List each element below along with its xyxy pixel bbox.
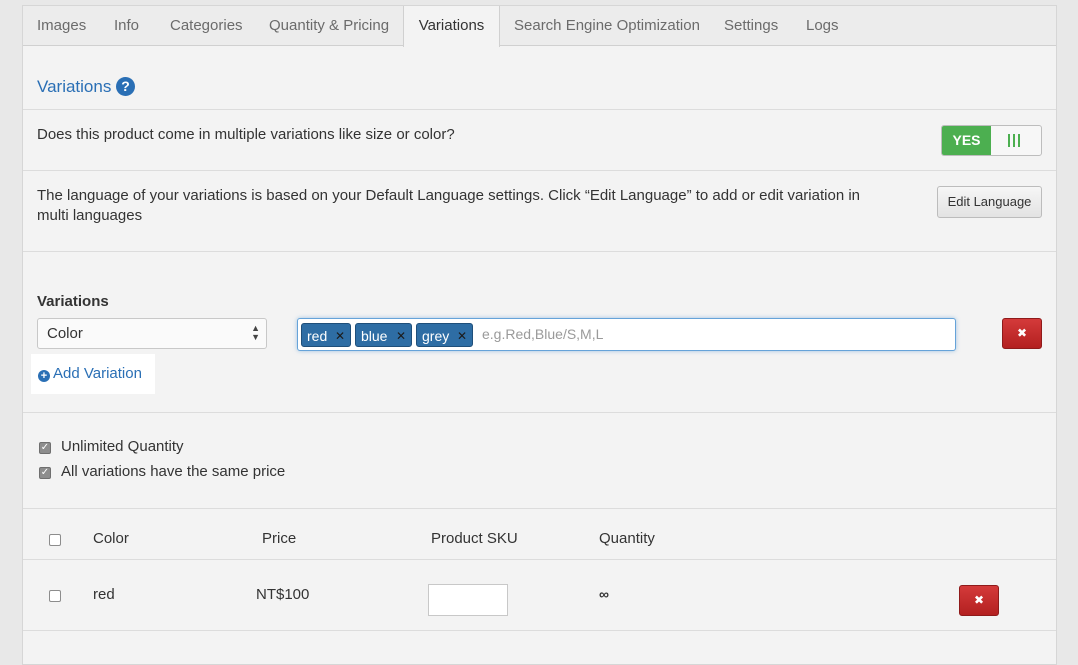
row-price: NT$100 xyxy=(256,586,310,603)
column-header-quantity: Quantity xyxy=(599,530,655,547)
divider xyxy=(23,170,1056,171)
unlimited-quantity-checkbox[interactable]: ✓ xyxy=(39,442,51,454)
variation-type-select[interactable]: Color ▲ ▼ xyxy=(37,318,267,349)
row-sku-input[interactable] xyxy=(428,584,508,616)
divider xyxy=(23,630,1056,631)
divider xyxy=(23,559,1056,560)
tag-label: red xyxy=(307,328,328,344)
toggle-yes-label: YES xyxy=(942,126,991,155)
variation-values-input[interactable]: red ✕ blue ✕ grey ✕ e.g.Red,Blue/S,M,L xyxy=(297,318,956,351)
tab-settings[interactable]: Settings xyxy=(724,6,778,46)
add-variation-label: Add Variation xyxy=(53,365,142,382)
column-header-price: Price xyxy=(262,530,297,547)
tab-info[interactable]: Info xyxy=(114,6,139,46)
tag-grey: grey ✕ xyxy=(416,323,473,347)
plus-circle-icon: + xyxy=(38,370,50,382)
same-price-checkbox[interactable]: ✓ xyxy=(39,467,51,479)
tag-blue: blue ✕ xyxy=(355,323,412,347)
column-header-sku: Product SKU xyxy=(431,530,518,547)
tag-remove-icon[interactable]: ✕ xyxy=(335,324,345,348)
remove-row-button[interactable]: ✖ xyxy=(959,585,999,616)
select-arrows-icon: ▲ ▼ xyxy=(251,323,260,342)
row-color: red xyxy=(93,586,115,603)
toggle-handle-icon xyxy=(1008,134,1020,147)
variation-values-placeholder: e.g.Red,Blue/S,M,L xyxy=(482,326,604,342)
edit-language-button[interactable]: Edit Language xyxy=(937,186,1042,218)
language-note-line2: multi languages xyxy=(37,207,143,224)
help-icon[interactable]: ? xyxy=(116,77,135,96)
unlimited-quantity-label: Unlimited Quantity xyxy=(61,438,184,455)
close-icon: ✖ xyxy=(973,593,985,607)
select-all-checkbox[interactable] xyxy=(49,534,61,546)
language-note-line1: The language of your variations is based… xyxy=(37,187,861,204)
row-checkbox[interactable] xyxy=(49,590,61,602)
same-price-label: All variations have the same price xyxy=(61,463,286,480)
variation-type-value: Color xyxy=(47,325,83,342)
tab-quantity-pricing[interactable]: Quantity & Pricing xyxy=(269,6,389,46)
product-editor-panel: Images Info Categories Quantity & Pricin… xyxy=(22,5,1057,665)
tag-remove-icon[interactable]: ✕ xyxy=(396,324,406,348)
row-quantity: ∞ xyxy=(599,586,609,602)
tag-remove-icon[interactable]: ✕ xyxy=(457,324,467,348)
tag-label: blue xyxy=(361,328,388,344)
tab-variations[interactable]: Variations xyxy=(403,6,500,47)
tab-seo[interactable]: Search Engine Optimization xyxy=(514,6,700,46)
variations-label: Variations xyxy=(37,293,109,310)
divider xyxy=(23,508,1056,509)
tag-label: grey xyxy=(422,328,450,344)
column-header-color: Color xyxy=(93,530,129,547)
divider xyxy=(23,412,1056,413)
remove-variation-button[interactable]: ✖ xyxy=(1002,318,1042,349)
tab-logs[interactable]: Logs xyxy=(806,6,839,46)
tab-bar: Images Info Categories Quantity & Pricin… xyxy=(23,6,1056,47)
tab-images[interactable]: Images xyxy=(37,6,86,46)
close-icon: ✖ xyxy=(1016,326,1028,340)
tab-categories[interactable]: Categories xyxy=(170,6,243,46)
divider xyxy=(23,109,1056,110)
divider xyxy=(23,251,1056,252)
add-variation-button[interactable]: + Add Variation xyxy=(31,354,155,394)
tag-red: red ✕ xyxy=(301,323,351,347)
section-title: Variations xyxy=(37,77,112,96)
multi-variation-toggle[interactable]: YES xyxy=(941,125,1042,156)
language-note: The language of your variations is based… xyxy=(37,186,877,226)
multi-variation-question: Does this product come in multiple varia… xyxy=(37,126,455,143)
